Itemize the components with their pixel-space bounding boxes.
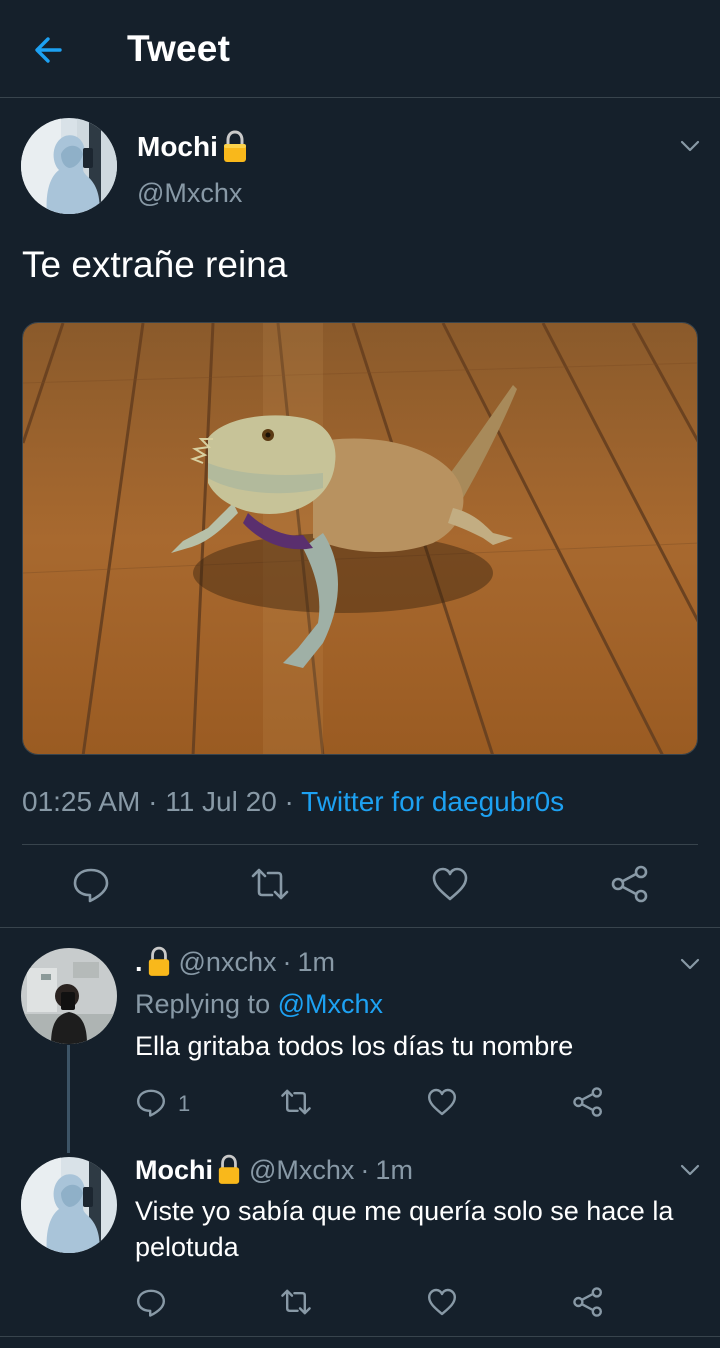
reply-age: 1m bbox=[375, 1154, 413, 1185]
divider bbox=[0, 1336, 720, 1337]
like-icon[interactable] bbox=[426, 1086, 458, 1118]
chevron-down-icon[interactable] bbox=[678, 952, 702, 976]
thread-line bbox=[67, 1045, 70, 1153]
reply-text-line-2: pelotuda bbox=[135, 1232, 239, 1262]
like-icon[interactable] bbox=[430, 864, 470, 904]
replying-label: Replying to bbox=[135, 989, 271, 1019]
tweet-time: 01:25 AM bbox=[22, 786, 141, 817]
reply-author-handle[interactable]: @Mxchx bbox=[249, 1155, 354, 1186]
reply-icon[interactable] bbox=[71, 864, 111, 904]
reply-author-handle[interactable]: @nxchx bbox=[179, 947, 277, 978]
page-title: Tweet bbox=[127, 28, 231, 69]
reply-author-name[interactable]: . bbox=[135, 947, 143, 978]
replying-to-link[interactable]: @Mxchx bbox=[278, 989, 383, 1019]
avatar[interactable] bbox=[21, 118, 117, 214]
back-arrow-icon[interactable] bbox=[30, 30, 70, 70]
author-handle[interactable]: @Mxchx bbox=[137, 178, 242, 209]
avatar[interactable] bbox=[21, 1157, 117, 1253]
like-icon[interactable] bbox=[426, 1286, 458, 1318]
tweet-photo[interactable] bbox=[22, 322, 698, 755]
tweet-meta: 01:25 AM · 11 Jul 20 · Twitter for daegu… bbox=[22, 786, 564, 818]
divider bbox=[22, 844, 698, 845]
retweet-icon[interactable] bbox=[280, 1286, 312, 1318]
author-name[interactable]: Mochi bbox=[137, 131, 218, 163]
top-bar: Tweet bbox=[0, 0, 720, 98]
retweet-icon[interactable] bbox=[280, 1086, 312, 1118]
reply-age: 1m bbox=[297, 946, 335, 977]
author-name-row[interactable]: Mochi bbox=[137, 130, 248, 164]
divider bbox=[0, 927, 720, 928]
lock-icon bbox=[217, 1154, 241, 1186]
replying-to: Replying to @Mxchx bbox=[135, 989, 383, 1020]
meta-separator: · bbox=[282, 946, 292, 977]
reply-header: Mochi @Mxchx · 1m bbox=[135, 1154, 413, 1186]
share-icon[interactable] bbox=[572, 1286, 604, 1318]
retweet-icon[interactable] bbox=[250, 864, 290, 904]
meta-separator: · bbox=[284, 786, 294, 817]
share-icon[interactable] bbox=[610, 864, 650, 904]
meta-separator: · bbox=[360, 1154, 370, 1185]
reply-count: 1 bbox=[178, 1091, 191, 1116]
reply-author-name[interactable]: Mochi bbox=[135, 1155, 213, 1186]
chevron-down-icon[interactable] bbox=[678, 134, 702, 158]
reply-text: Ella gritaba todos los días tu nombre bbox=[135, 1031, 574, 1061]
reply-icon[interactable] bbox=[135, 1086, 167, 1118]
lock-icon bbox=[147, 946, 171, 978]
reply-text-line-1: Viste yo sabía que me quería solo se hac… bbox=[135, 1196, 674, 1226]
avatar[interactable] bbox=[21, 948, 117, 1044]
meta-separator: · bbox=[148, 786, 158, 817]
lock-icon bbox=[222, 130, 248, 164]
tweet-text: Te extrañe reina bbox=[22, 244, 288, 285]
share-icon[interactable] bbox=[572, 1086, 604, 1118]
chevron-down-icon[interactable] bbox=[678, 1158, 702, 1182]
tweet-source-link[interactable]: Twitter for daegubr0s bbox=[301, 786, 564, 817]
reply-header: . @nxchx · 1m bbox=[135, 946, 335, 978]
tweet-date: 11 Jul 20 bbox=[165, 786, 277, 817]
reply-icon[interactable] bbox=[135, 1286, 167, 1318]
